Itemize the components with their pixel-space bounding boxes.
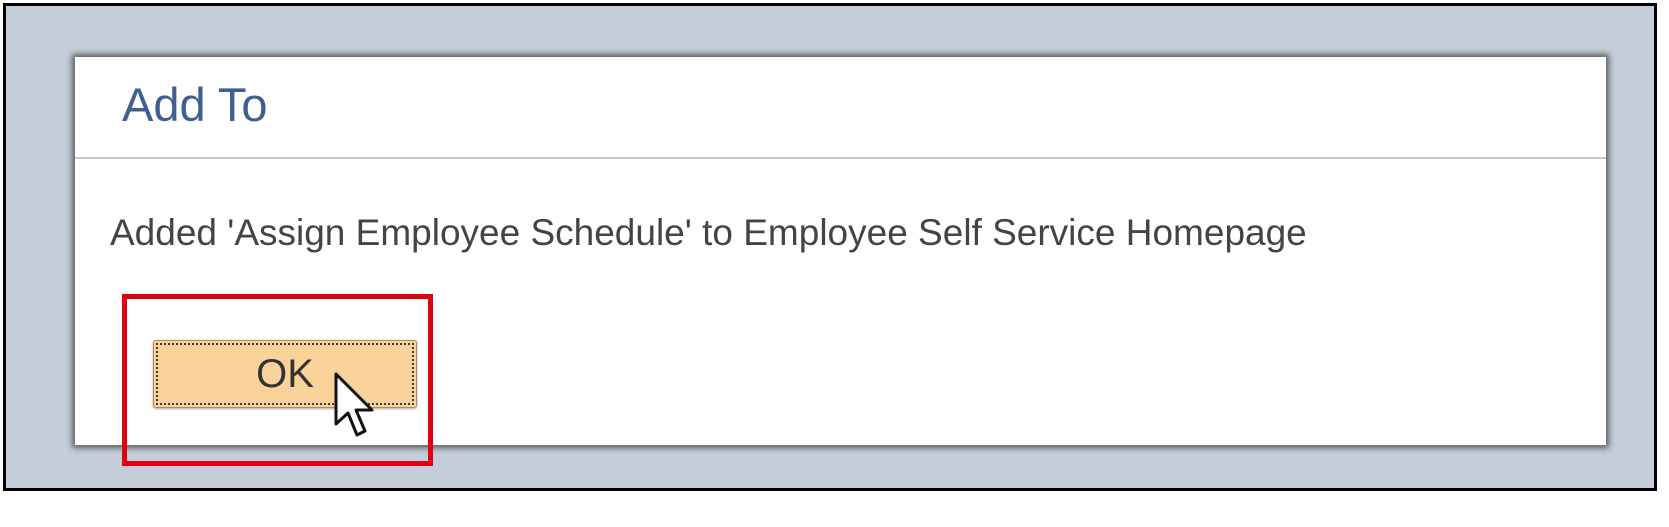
dialog-title: Add To [122, 78, 268, 131]
dialog-message: Added 'Assign Employee Schedule' to Empl… [110, 212, 1307, 253]
arrow-pointer-icon [334, 372, 374, 437]
dialog-header: Add To [75, 57, 1606, 159]
callout-highlight-box [122, 294, 433, 466]
